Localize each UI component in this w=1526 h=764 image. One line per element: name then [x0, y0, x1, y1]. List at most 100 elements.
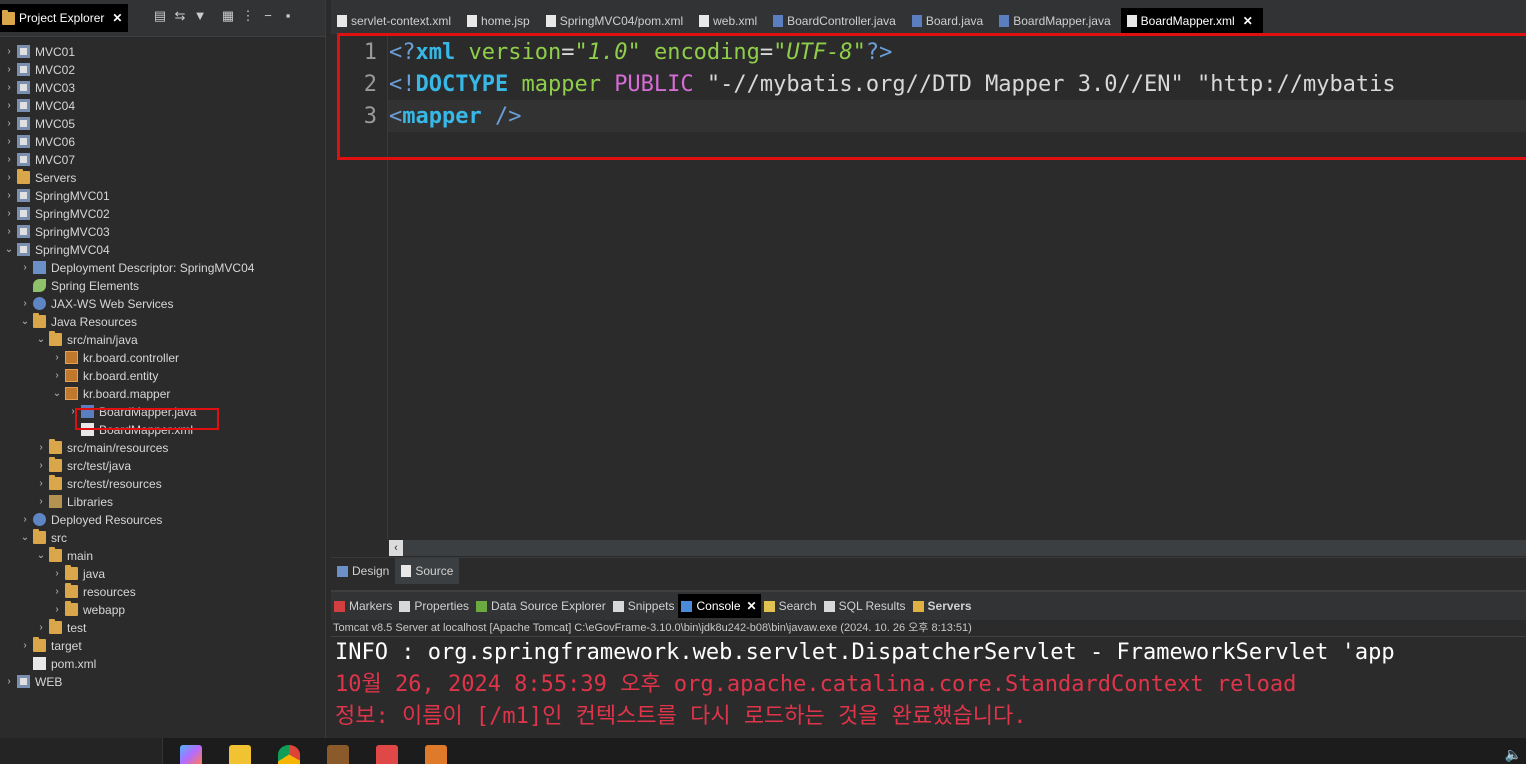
chevron-right-icon[interactable]: › — [4, 187, 14, 205]
volume-icon[interactable]: 🔈 — [1505, 746, 1522, 763]
chevron-right-icon[interactable]: › — [4, 115, 14, 133]
scroll-left-icon[interactable]: ‹ — [389, 540, 403, 556]
tree-item[interactable]: › Libraries — [0, 493, 325, 511]
more-icon[interactable]: ⋮ — [238, 8, 258, 24]
collapse-all-icon[interactable]: ▤ — [150, 8, 170, 24]
console-tab[interactable]: Console ✕ — [678, 594, 761, 618]
taskbar-search-area[interactable] — [0, 738, 163, 764]
tree-item[interactable]: ⌄ src/main/java — [0, 331, 325, 349]
chevron-down-icon[interactable]: ⌄ — [20, 313, 30, 331]
close-icon[interactable]: ✕ — [1243, 14, 1253, 28]
editor-tab[interactable]: Board.java — [906, 8, 993, 34]
chrome-icon[interactable] — [278, 745, 300, 764]
editor-tab[interactable]: servlet-context.xml — [331, 8, 461, 34]
editor-tab[interactable]: BoardMapper.java — [993, 8, 1120, 34]
console-tab[interactable]: Search — [761, 594, 821, 618]
chevron-right-icon[interactable]: › — [4, 97, 14, 115]
console-tab[interactable]: Markers — [331, 594, 396, 618]
game-app-icon[interactable] — [327, 745, 349, 764]
tree-item[interactable]: › MVC05 — [0, 115, 325, 133]
chevron-down-icon[interactable]: ⌄ — [36, 331, 46, 349]
chevron-right-icon[interactable]: › — [20, 259, 30, 277]
chevron-right-icon[interactable]: › — [4, 169, 14, 187]
tree-item[interactable]: › src/main/resources — [0, 439, 325, 457]
copilot-icon[interactable] — [180, 745, 202, 764]
chevron-right-icon[interactable]: › — [52, 349, 62, 367]
console-tab[interactable]: Servers — [910, 594, 976, 618]
minimize-icon[interactable]: − — [258, 8, 278, 24]
file-explorer-icon[interactable] — [229, 745, 251, 764]
editor-tab[interactable]: home.jsp — [461, 8, 540, 34]
tree-item[interactable]: › webapp — [0, 601, 325, 619]
chevron-right-icon[interactable]: › — [20, 295, 30, 313]
view-menu-icon[interactable]: ▦ — [218, 8, 238, 24]
tree-item[interactable]: ⌄ kr.board.mapper — [0, 385, 325, 403]
tree-item[interactable]: ⌄ main — [0, 547, 325, 565]
tree-item[interactable]: › resources — [0, 583, 325, 601]
editor-tab[interactable]: BoardMapper.xml ✕ — [1120, 8, 1263, 34]
tree-item[interactable]: › java — [0, 565, 325, 583]
console-tab[interactable]: Properties — [396, 594, 473, 618]
tree-item[interactable]: › target — [0, 637, 325, 655]
tree-item[interactable]: › src/test/resources — [0, 475, 325, 493]
tree-item[interactable]: ⌄ src — [0, 529, 325, 547]
tree-item[interactable]: › MVC03 — [0, 79, 325, 97]
tree-item[interactable]: pom.xml — [0, 655, 325, 673]
chevron-right-icon[interactable]: › — [36, 493, 46, 511]
tab-source[interactable]: Source — [395, 558, 460, 584]
console-tab[interactable]: SQL Results — [821, 594, 910, 618]
tab-design[interactable]: Design — [331, 558, 395, 584]
chevron-right-icon[interactable]: › — [4, 79, 14, 97]
tree-item[interactable]: › SpringMVC01 — [0, 187, 325, 205]
tree-item[interactable]: ⌄ SpringMVC04 — [0, 241, 325, 259]
tab-project-explorer[interactable]: Project Explorer ✕ — [0, 4, 129, 32]
java-app-icon[interactable] — [425, 745, 447, 764]
chevron-right-icon[interactable]: › — [4, 205, 14, 223]
chevron-down-icon[interactable]: ⌄ — [4, 241, 14, 259]
chevron-down-icon[interactable]: ⌄ — [52, 385, 62, 403]
tree-item[interactable]: › src/test/java — [0, 457, 325, 475]
close-icon[interactable]: ✕ — [747, 599, 757, 613]
chevron-right-icon[interactable]: › — [4, 673, 14, 691]
chevron-right-icon[interactable]: › — [4, 61, 14, 79]
tree-item[interactable]: › kr.board.entity — [0, 367, 325, 385]
tree-item[interactable]: › SpringMVC02 — [0, 205, 325, 223]
chevron-right-icon[interactable]: › — [52, 565, 62, 583]
chevron-right-icon[interactable]: › — [36, 439, 46, 457]
tree-item[interactable]: › MVC04 — [0, 97, 325, 115]
tree-item[interactable]: › JAX-WS Web Services — [0, 295, 325, 313]
chevron-right-icon[interactable]: › — [36, 619, 46, 637]
maximize-icon[interactable]: ▪ — [278, 8, 298, 24]
editor-tab[interactable]: BoardController.java — [767, 8, 906, 34]
tree-item[interactable]: › Servers — [0, 169, 325, 187]
chevron-right-icon[interactable]: › — [4, 43, 14, 61]
chevron-down-icon[interactable]: ⌄ — [36, 547, 46, 565]
horizontal-scrollbar[interactable]: ‹ — [389, 540, 1526, 556]
chevron-right-icon[interactable]: › — [4, 223, 14, 241]
tree-item[interactable]: › WEB — [0, 673, 325, 691]
chevron-right-icon[interactable]: › — [36, 475, 46, 493]
tree-item[interactable]: › SpringMVC03 — [0, 223, 325, 241]
link-with-editor-icon[interactable]: ⇆ — [170, 8, 190, 24]
tree-item[interactable]: › kr.board.controller — [0, 349, 325, 367]
app-icon[interactable] — [376, 745, 398, 764]
tree-item[interactable]: Spring Elements — [0, 277, 325, 295]
close-icon[interactable]: ✕ — [112, 11, 122, 25]
editor-tab[interactable]: web.xml — [693, 8, 767, 34]
chevron-right-icon[interactable]: › — [4, 133, 14, 151]
tree-item[interactable]: › Deployed Resources — [0, 511, 325, 529]
tree-item[interactable]: ⌄ Java Resources — [0, 313, 325, 331]
chevron-right-icon[interactable]: › — [52, 583, 62, 601]
console-output[interactable]: INFO : org.springframework.web.servlet.D… — [331, 637, 1526, 733]
tree-item[interactable]: › test — [0, 619, 325, 637]
editor-tab[interactable]: SpringMVC04/pom.xml — [540, 8, 693, 34]
chevron-right-icon[interactable]: › — [52, 601, 62, 619]
chevron-down-icon[interactable]: ⌄ — [20, 529, 30, 547]
filter-icon[interactable]: ▼ — [190, 8, 210, 24]
chevron-right-icon[interactable]: › — [20, 511, 30, 529]
tree-item[interactable]: › Deployment Descriptor: SpringMVC04 — [0, 259, 325, 277]
tree-item[interactable]: › MVC07 — [0, 151, 325, 169]
tree-item[interactable]: › MVC02 — [0, 61, 325, 79]
console-tab[interactable]: Snippets — [610, 594, 679, 618]
tree-item[interactable]: › MVC01 — [0, 43, 325, 61]
